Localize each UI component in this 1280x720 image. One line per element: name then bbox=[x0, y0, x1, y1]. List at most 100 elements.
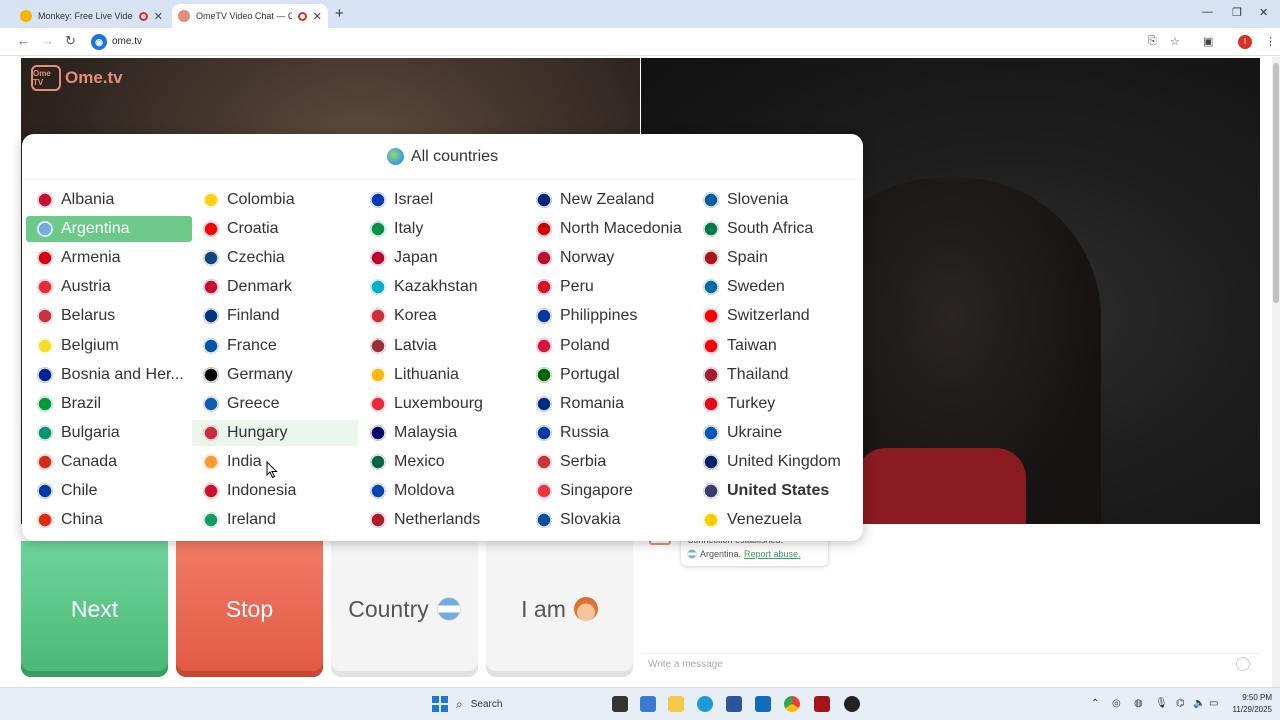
copilot-app-icon[interactable] bbox=[640, 696, 656, 712]
country-option[interactable]: Peru bbox=[525, 274, 691, 300]
cast-icon[interactable]: ⎘ bbox=[1148, 35, 1157, 48]
tray-app-icon[interactable]: ◍ bbox=[1134, 698, 1143, 709]
taskbar-search[interactable]: ⌕ Search bbox=[456, 693, 616, 715]
chrome-browser-icon[interactable] bbox=[784, 696, 800, 712]
profile-avatar[interactable]: I bbox=[1238, 35, 1252, 49]
browser-tab-monkey[interactable]: Monkey: Free Live Video Ch ✕ bbox=[14, 4, 169, 28]
next-button[interactable]: Next bbox=[21, 541, 168, 677]
country-option[interactable]: Israel bbox=[359, 187, 525, 213]
country-option[interactable]: Hungary bbox=[192, 419, 358, 446]
country-option[interactable]: Spain bbox=[692, 245, 858, 271]
all-countries-option[interactable]: All countries bbox=[22, 134, 863, 180]
country-option[interactable]: Serbia bbox=[525, 449, 691, 475]
gender-button[interactable]: I am bbox=[486, 541, 633, 677]
country-option[interactable]: Ireland bbox=[192, 507, 358, 533]
bookmark-star-icon[interactable]: ☆ bbox=[1170, 35, 1180, 48]
microphone-icon[interactable]: 🎙 bbox=[1155, 698, 1168, 709]
country-option[interactable]: Lithuania bbox=[359, 362, 525, 388]
country-option[interactable]: Denmark bbox=[192, 274, 358, 300]
tray-chevron-icon[interactable]: ⌃ bbox=[1091, 698, 1099, 709]
country-option[interactable]: Korea bbox=[359, 303, 525, 329]
country-option[interactable]: Austria bbox=[26, 274, 192, 300]
country-option[interactable]: Albania bbox=[26, 187, 192, 213]
country-option[interactable]: Belarus bbox=[26, 303, 192, 329]
country-option[interactable]: Romania bbox=[525, 391, 691, 417]
outlook-app-icon[interactable] bbox=[755, 696, 771, 712]
country-option[interactable]: Switzerland bbox=[692, 303, 858, 329]
country-option[interactable]: France bbox=[192, 333, 358, 359]
country-option[interactable]: Italy bbox=[359, 216, 525, 242]
emoji-smiley-icon[interactable] bbox=[1236, 657, 1250, 671]
country-option[interactable]: Sweden bbox=[692, 274, 858, 300]
country-option[interactable]: Czechia bbox=[192, 245, 358, 271]
country-option[interactable]: Venezuela bbox=[692, 507, 858, 533]
close-tab-icon[interactable]: ✕ bbox=[154, 10, 163, 23]
country-option[interactable]: Slovakia bbox=[525, 507, 691, 533]
store-app-icon[interactable] bbox=[726, 696, 742, 712]
scrollbar-thumb[interactable] bbox=[1273, 63, 1279, 303]
country-option[interactable]: Brazil bbox=[26, 391, 192, 417]
app-icon[interactable] bbox=[814, 696, 830, 712]
new-tab-button[interactable]: + bbox=[335, 5, 344, 22]
country-option[interactable]: Armenia bbox=[26, 245, 192, 271]
taskbar-clock[interactable]: 9:50 PM 11/29/2025 bbox=[1226, 692, 1272, 716]
tray-app-icon[interactable]: ◎ bbox=[1112, 698, 1121, 709]
stop-button[interactable]: Stop bbox=[176, 541, 323, 677]
side-panel-icon[interactable]: ▣ bbox=[1203, 35, 1213, 48]
taskview-app-icon[interactable] bbox=[612, 696, 628, 712]
country-option[interactable]: Russia bbox=[525, 420, 691, 446]
country-option[interactable]: Japan bbox=[359, 245, 525, 271]
country-option[interactable]: New Zealand bbox=[525, 187, 691, 213]
site-info-icon[interactable]: ◉ bbox=[91, 34, 107, 50]
country-option[interactable]: Philippines bbox=[525, 303, 691, 329]
country-option[interactable]: Croatia bbox=[192, 216, 358, 242]
country-option[interactable]: South Africa bbox=[692, 216, 858, 242]
country-option[interactable]: Ukraine bbox=[692, 420, 858, 446]
maximize-button[interactable]: ❐ bbox=[1232, 6, 1242, 19]
network-icon[interactable]: ⌬ bbox=[1176, 698, 1185, 709]
menu-kebab-icon[interactable]: ⋮ bbox=[1265, 35, 1276, 48]
country-option[interactable]: Colombia bbox=[192, 187, 358, 213]
report-abuse-link[interactable]: Report abuse. bbox=[744, 549, 801, 559]
country-option[interactable]: China bbox=[26, 507, 192, 533]
back-button[interactable]: ← bbox=[17, 33, 30, 48]
country-option[interactable]: Bosnia and Her... bbox=[26, 362, 192, 388]
country-option[interactable]: Mexico bbox=[359, 449, 525, 475]
country-option[interactable]: Latvia bbox=[359, 333, 525, 359]
country-option[interactable]: Finland bbox=[192, 303, 358, 329]
country-option[interactable]: Argentina bbox=[26, 216, 192, 243]
country-option[interactable]: Kazakhstan bbox=[359, 274, 525, 300]
browser-tab-ometv[interactable]: OmeTV Video Chat — Ome ✕ bbox=[172, 4, 328, 28]
forward-button[interactable]: → bbox=[41, 33, 54, 48]
country-button[interactable]: Country bbox=[331, 541, 478, 677]
country-option[interactable]: Portugal bbox=[525, 362, 691, 388]
country-option[interactable]: Bulgaria bbox=[26, 420, 192, 446]
windows-start-icon[interactable] bbox=[432, 696, 448, 712]
country-option[interactable]: Turkey bbox=[692, 391, 858, 417]
address-bar[interactable]: ome.tv bbox=[112, 36, 142, 47]
page-scrollbar[interactable] bbox=[1272, 57, 1280, 687]
country-option[interactable]: North Macedonia bbox=[525, 216, 691, 242]
app-icon[interactable] bbox=[844, 696, 860, 712]
battery-icon[interactable]: ▭ bbox=[1209, 698, 1218, 709]
edge-browser-icon[interactable] bbox=[697, 696, 713, 712]
country-option[interactable]: Malaysia bbox=[359, 420, 525, 446]
close-tab-icon[interactable]: ✕ bbox=[313, 10, 322, 23]
country-option[interactable]: Taiwan bbox=[692, 333, 858, 359]
country-option[interactable]: Indonesia bbox=[192, 478, 358, 504]
country-option[interactable]: Poland bbox=[525, 333, 691, 359]
country-option[interactable]: Slovenia bbox=[692, 187, 858, 213]
country-option[interactable]: Thailand bbox=[692, 362, 858, 388]
volume-icon[interactable]: 🔈 bbox=[1193, 698, 1205, 709]
country-option[interactable]: Moldova bbox=[359, 478, 525, 504]
country-option[interactable]: Luxembourg bbox=[359, 391, 525, 417]
country-option[interactable]: Belgium bbox=[26, 333, 192, 359]
minimize-button[interactable]: — bbox=[1202, 6, 1213, 18]
close-window-button[interactable]: ✕ bbox=[1259, 6, 1268, 19]
file-explorer-icon[interactable] bbox=[668, 696, 684, 712]
country-option[interactable]: Canada bbox=[26, 449, 192, 475]
reload-button[interactable]: ↻ bbox=[65, 33, 76, 49]
country-option[interactable]: Singapore bbox=[525, 478, 691, 504]
country-option[interactable]: Chile bbox=[26, 478, 192, 504]
country-option[interactable]: United Kingdom bbox=[692, 449, 858, 475]
